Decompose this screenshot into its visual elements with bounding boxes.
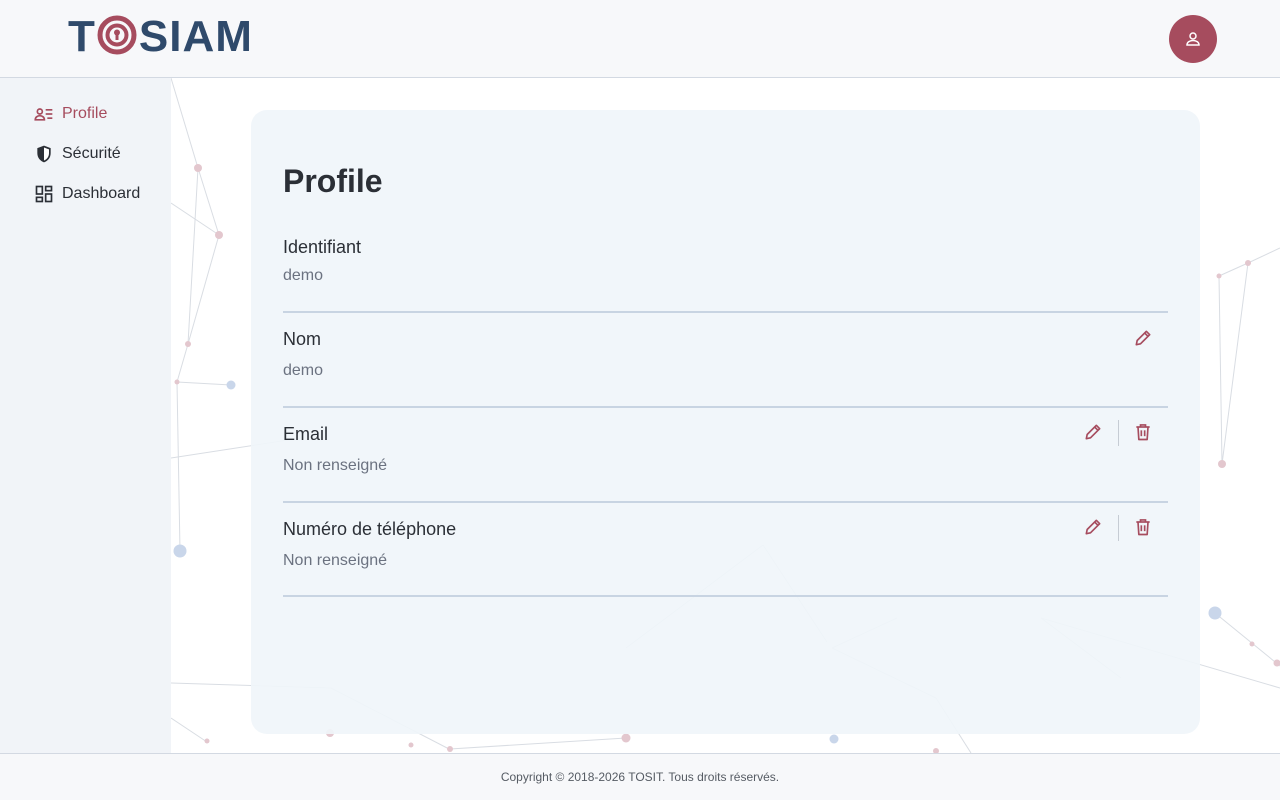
pencil-icon [1085, 519, 1101, 535]
sidebar: Profile Sécurité Dashboard [0, 78, 171, 753]
trash-icon [1136, 519, 1150, 536]
field-value: demo [283, 267, 324, 284]
footer: Copyright © 2018-2026 TOSIT. Tous droits… [0, 753, 1280, 800]
sidebar-item-label: Profile [62, 105, 108, 122]
field-label: Nom [283, 329, 322, 349]
delete-email-button[interactable] [1129, 418, 1157, 446]
logo-lock-icon [97, 15, 137, 55]
copyright-text: Copyright © 2018-2026 TOSIT. Tous droits… [500, 770, 780, 784]
pencil-icon [1085, 424, 1101, 440]
sidebar-item-label: Dashboard [62, 185, 141, 202]
field-nom: Nom demo [283, 313, 1168, 408]
dashboard-icon [35, 185, 53, 203]
field-identifiant: Identifiant demo [283, 222, 1168, 313]
pencil-icon [1135, 330, 1151, 346]
logo-text-right: SIAM [138, 12, 253, 61]
sidebar-item-securite[interactable]: Sécurité [34, 142, 121, 166]
edit-nom-button[interactable] [1129, 324, 1157, 352]
field-value: demo [283, 362, 324, 379]
field-email: Email Non renseigné [283, 408, 1168, 503]
field-value: Non renseigné [283, 552, 388, 569]
field-value: Non renseigné [283, 457, 388, 474]
trash-icon [1136, 424, 1150, 441]
user-menu-button[interactable] [1169, 15, 1217, 63]
user-icon [1186, 32, 1200, 46]
field-label: Identifiant [283, 237, 362, 257]
page-title: Profile [283, 163, 383, 199]
profile-card: Profile Identifiant demo Nom demo Email … [251, 110, 1200, 734]
action-divider [1118, 420, 1119, 446]
shield-icon [37, 145, 51, 163]
edit-email-button[interactable] [1079, 418, 1107, 446]
app-header: T SIAM [0, 0, 1280, 78]
sidebar-item-profile[interactable]: Profile [34, 102, 107, 126]
field-label: Email [283, 424, 329, 444]
action-divider [1118, 515, 1119, 541]
delete-telephone-button[interactable] [1129, 513, 1157, 541]
edit-telephone-button[interactable] [1079, 513, 1107, 541]
sidebar-item-label: Sécurité [62, 145, 121, 162]
sidebar-item-dashboard[interactable]: Dashboard [34, 182, 140, 206]
tosiam-logo[interactable]: T SIAM [68, 12, 253, 61]
logo-text-left: T [68, 12, 96, 61]
profile-icon [34, 108, 53, 121]
field-label: Numéro de téléphone [283, 519, 457, 539]
field-telephone: Numéro de téléphone Non renseigné [283, 503, 1168, 597]
